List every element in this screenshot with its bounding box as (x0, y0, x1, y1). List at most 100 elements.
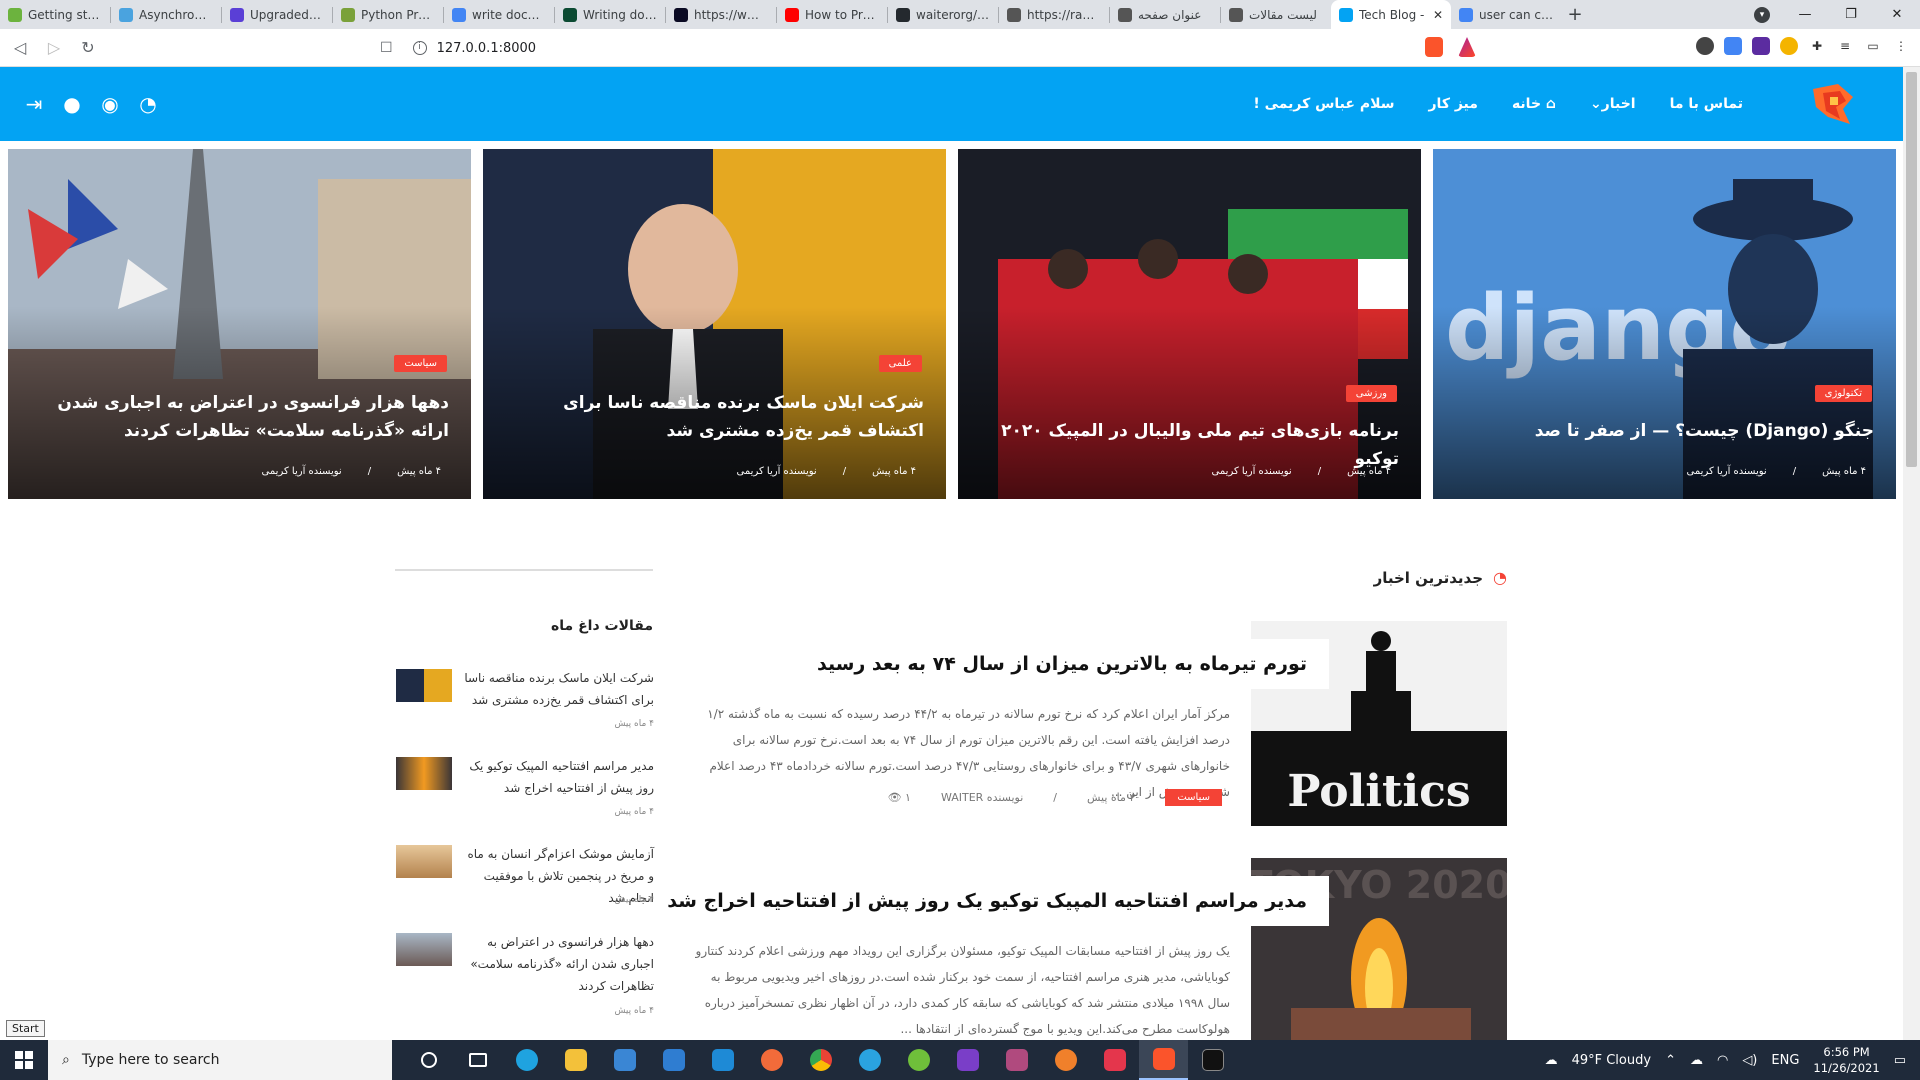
volume-icon[interactable]: ◁) (1742, 1053, 1757, 1068)
sidebar-thumbnail[interactable] (396, 933, 452, 966)
browser-tab[interactable]: Getting started (0, 0, 110, 29)
puzzle-icon[interactable]: ✚ (1808, 37, 1826, 55)
greeting-link[interactable]: سلام عباس کریمی ! (1253, 96, 1394, 112)
browser-tab[interactable]: Python Progran (333, 0, 443, 29)
url-field[interactable]: ☐ i 127.0.0.1:8000 (380, 34, 1420, 62)
new-tab-button[interactable]: + (1561, 4, 1589, 25)
category-badge[interactable]: تکنولوژی (1814, 385, 1872, 402)
telegram-icon[interactable] (845, 1040, 894, 1080)
brave-rewards-icon[interactable] (1458, 37, 1476, 57)
extension-icon[interactable] (1696, 37, 1714, 55)
post-title[interactable]: تورم تیرماه به بالاترین میزان از سال ۷۴ … (794, 639, 1329, 689)
extension-icon[interactable] (1752, 37, 1770, 55)
hero-card[interactable]: django تکنولوژی جنگو (Django) چیست؟ — از… (1433, 149, 1896, 499)
reload-icon[interactable]: ↻ (74, 38, 102, 57)
hero-title[interactable]: جنگو (Django) چیست؟ — از صفر تا صد (1453, 417, 1874, 445)
sidebar-item[interactable]: آزمایش موشک اعزام‌گر انسان به ماه و مریخ… (396, 843, 654, 923)
hero-card[interactable]: علمی شرکت ایلان ماسک برنده مناقصه ناسا ب… (483, 149, 946, 499)
weather-icon[interactable]: ☁ (1545, 1053, 1558, 1068)
browser-tab[interactable]: لیست مقالات (1221, 0, 1331, 29)
browser-tab[interactable]: Upgraded - Wa (222, 0, 332, 29)
sidebar-item-title[interactable]: شرکت ایلان ماسک برنده مناقصه ناسا برای ا… (464, 667, 654, 711)
category-badge[interactable]: ورزشی (1345, 385, 1397, 402)
scrollbar-thumb[interactable] (1906, 72, 1917, 467)
tab-search-icon[interactable]: ▾ (1754, 7, 1770, 23)
hero-title[interactable]: شرکت ایلان ماسک برنده مناقصه ناسا برای ا… (503, 389, 924, 445)
browser-tab[interactable]: waiterorg/Waite (888, 0, 998, 29)
start-button[interactable] (0, 1040, 48, 1080)
task-view-icon[interactable] (453, 1040, 502, 1080)
hero-card[interactable]: ورزشی برنامه بازی‌های تیم ملی والیبال در… (958, 149, 1421, 499)
wifi-icon[interactable]: ◠ (1717, 1053, 1728, 1068)
menu-dashboard[interactable]: میز کار (1429, 96, 1478, 112)
pycharm-icon[interactable] (1090, 1040, 1139, 1080)
forward-icon[interactable]: ▷ (40, 38, 68, 57)
winrar-icon[interactable] (992, 1040, 1041, 1080)
wallet-icon[interactable]: ▭ (1864, 37, 1882, 55)
menu-contact[interactable]: تماس با ما (1670, 96, 1743, 112)
close-window-icon[interactable]: ✕ (1874, 0, 1920, 29)
rss-icon[interactable]: ◔ (138, 92, 158, 116)
menu-news[interactable]: اخبار⌄ (1590, 96, 1636, 112)
mail-icon[interactable] (649, 1040, 698, 1080)
category-badge[interactable]: علمی (878, 355, 922, 372)
menu-home[interactable]: ⌂ خانه (1512, 96, 1556, 112)
brave-shields-icon[interactable] (1425, 37, 1443, 57)
file-explorer-icon[interactable] (551, 1040, 600, 1080)
edge-icon[interactable] (502, 1040, 551, 1080)
sidebar-item-title[interactable]: مدیر مراسم افتتاحیه المپیک توکیو یک روز … (464, 755, 654, 799)
browser-tab[interactable]: عنوان صفحه (1110, 0, 1220, 29)
browser-tab[interactable]: write documen (444, 0, 554, 29)
clock[interactable]: 6:56 PM 11/26/2021 (1813, 1044, 1879, 1076)
browser-tab[interactable]: How to Present (777, 0, 887, 29)
sidebar-item[interactable]: شرکت ایلان ماسک برنده مناقصه ناسا برای ا… (396, 667, 654, 747)
post-title[interactable]: مدیر مراسم افتتاحیه المپیک توکیو یک روز … (645, 876, 1329, 926)
browser-tab[interactable]: https://www.fre (666, 0, 776, 29)
firefox-icon[interactable] (1041, 1040, 1090, 1080)
hero-title[interactable]: برنامه بازی‌های تیم ملی والیبال در المپی… (978, 417, 1399, 473)
close-tab-icon[interactable]: ✕ (1433, 8, 1443, 22)
android-icon[interactable]: ◉ (100, 92, 120, 116)
extension-icon[interactable] (1780, 37, 1798, 55)
menu-icon[interactable]: ⋮ (1892, 37, 1910, 55)
store-icon[interactable] (600, 1040, 649, 1080)
apple-icon[interactable]: ● (62, 92, 82, 116)
visual-studio-icon[interactable] (943, 1040, 992, 1080)
browser-tab[interactable]: user can comm (1451, 0, 1561, 29)
browser-tab[interactable]: https://raw.githu (999, 0, 1109, 29)
category-badge[interactable]: سیاست (394, 355, 447, 372)
vscode-icon[interactable] (698, 1040, 747, 1080)
sidebar-thumbnail[interactable] (396, 845, 452, 878)
logout-icon[interactable]: ⇥ (24, 92, 44, 116)
reading-list-icon[interactable]: ≡ (1836, 37, 1854, 55)
browser-tab-active[interactable]: Tech Blog - ✕ (1331, 0, 1451, 29)
hero-card[interactable]: سیاست دهها هزار فرانسوی در اعتراض به اجب… (8, 149, 471, 499)
postman-icon[interactable] (747, 1040, 796, 1080)
onedrive-icon[interactable]: ☁ (1690, 1053, 1703, 1068)
sidebar-item-title[interactable]: دهها هزار فرانسوی در اعتراض به اجباری شد… (464, 931, 654, 997)
category-badge[interactable]: سیاست (1165, 789, 1222, 806)
sidebar-thumbnail[interactable] (396, 669, 452, 702)
chrome-icon[interactable] (796, 1040, 845, 1080)
restore-icon[interactable]: ❐ (1828, 0, 1874, 29)
brave-browser-icon[interactable] (1139, 1040, 1188, 1080)
weather-text[interactable]: 49°F Cloudy (1572, 1053, 1651, 1068)
site-logo[interactable] (1808, 79, 1858, 129)
translate-icon[interactable] (1724, 37, 1742, 55)
tray-chevron-icon[interactable]: ⌃ (1665, 1053, 1676, 1068)
minimize-icon[interactable]: — (1782, 0, 1828, 29)
terminal-icon[interactable] (1188, 1040, 1237, 1080)
hero-title[interactable]: دهها هزار فرانسوی در اعتراض به اجباری شد… (28, 389, 449, 445)
language-indicator[interactable]: ENG (1771, 1053, 1799, 1068)
app-icon[interactable] (894, 1040, 943, 1080)
browser-tab[interactable]: Writing docum (555, 0, 665, 29)
site-info-icon[interactable]: i (412, 41, 427, 55)
browser-tab[interactable]: Asynchronous T (111, 0, 221, 29)
sidebar-item[interactable]: مدیر مراسم افتتاحیه المپیک توکیو یک روز … (396, 755, 654, 835)
notifications-icon[interactable]: ▭ (1894, 1053, 1906, 1068)
sidebar-item[interactable]: دهها هزار فرانسوی در اعتراض به اجباری شد… (396, 931, 654, 1031)
sidebar-thumbnail[interactable] (396, 757, 452, 790)
cortana-icon[interactable] (404, 1040, 453, 1080)
bookmark-icon[interactable]: ☐ (380, 40, 393, 56)
back-icon[interactable]: ◁ (6, 38, 34, 57)
